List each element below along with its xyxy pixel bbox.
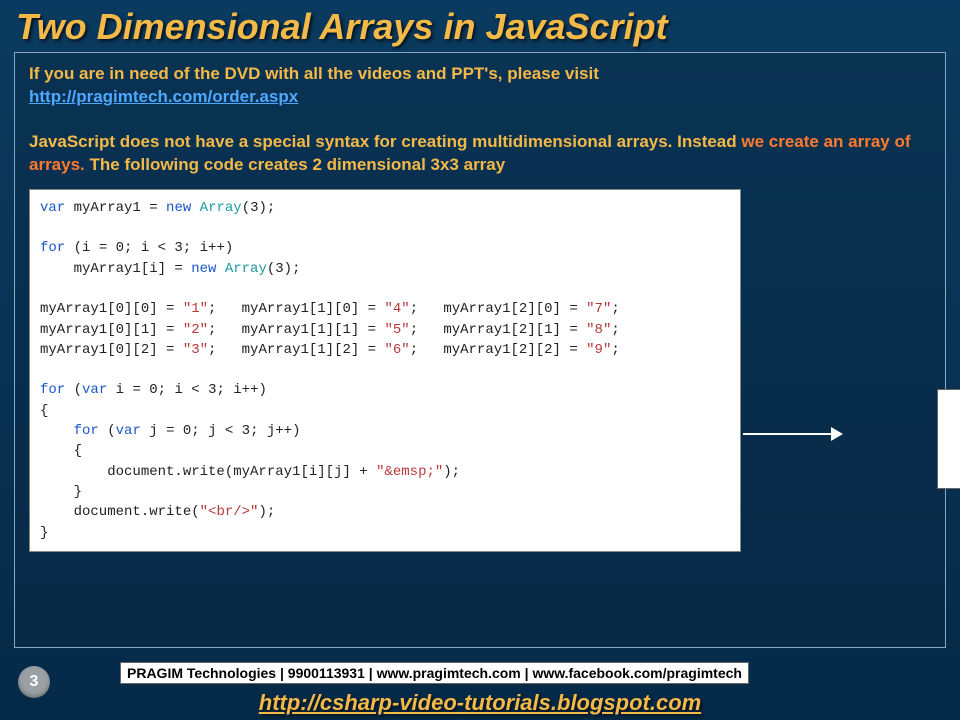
code-text: myArray1[1][1] = (242, 322, 385, 338)
table-row: 789 (952, 454, 960, 480)
table-row: 456 (952, 426, 960, 452)
kw: new (191, 261, 216, 277)
code-text: document.write( (40, 504, 200, 520)
fn: Array (216, 261, 266, 277)
str: "2" (183, 322, 208, 338)
code-text: myArray1[i] = (40, 261, 191, 277)
str: "9" (586, 342, 611, 358)
code-text: ( (65, 382, 82, 398)
order-link[interactable]: http://pragimtech.com/order.aspx (29, 87, 298, 106)
table-row: 123 (952, 398, 960, 424)
desc-part2: The following code creates 2 dimensional… (85, 155, 505, 174)
arrow-icon (743, 433, 841, 435)
str: "4" (384, 301, 409, 317)
code-text: ( (99, 423, 116, 439)
kw: new (166, 200, 191, 216)
fn: Array (191, 200, 241, 216)
kw: var (116, 423, 141, 439)
intro-block: If you are in need of the DVD with all t… (29, 63, 931, 109)
str: "7" (586, 301, 611, 317)
kw: var (82, 382, 107, 398)
code-text: myArray1[0][0] = (40, 301, 183, 317)
code-text: myArray1[0][1] = (40, 322, 183, 338)
str: "1" (183, 301, 208, 317)
code-text: ); (443, 464, 460, 480)
str: "&emsp;" (376, 464, 443, 480)
kw: for (40, 240, 65, 256)
code-text: myArray1[2][1] = (443, 322, 586, 338)
content-frame: If you are in need of the DVD with all t… (14, 52, 946, 648)
description-block: JavaScript does not have a special synta… (29, 131, 931, 177)
cell: 7 (952, 454, 960, 480)
cell: 1 (952, 398, 960, 424)
code-text: myArray1 = (65, 200, 166, 216)
str: "6" (384, 342, 409, 358)
code-text: (3); (242, 200, 276, 216)
code-block: var myArray1 = new Array(3); for (i = 0;… (29, 189, 741, 552)
desc-part1: JavaScript does not have a special synta… (29, 132, 741, 151)
code-text: myArray1[2][0] = (443, 301, 586, 317)
slide-title: Two Dimensional Arrays in JavaScript (0, 0, 960, 52)
kw: var (40, 200, 65, 216)
code-text: j = 0; j < 3; j++) (141, 423, 301, 439)
result-matrix: 123 456 789 (937, 389, 960, 489)
str: "8" (586, 322, 611, 338)
str: "3" (183, 342, 208, 358)
cell: 4 (952, 426, 960, 452)
code-text: i = 0; i < 3; i++) (107, 382, 267, 398)
code-text: myArray1[1][2] = (242, 342, 385, 358)
kw: for (74, 423, 99, 439)
footer-link-wrap: http://csharp-video-tutorials.blogspot.c… (0, 690, 960, 716)
code-text: myArray1[0][2] = (40, 342, 183, 358)
code-text: myArray1[1][0] = (242, 301, 385, 317)
footer: 3 PRAGIM Technologies | 9900113931 | www… (0, 660, 960, 720)
blog-link[interactable]: http://csharp-video-tutorials.blogspot.c… (259, 690, 701, 715)
code-text: (3); (267, 261, 301, 277)
str: "5" (384, 322, 409, 338)
code-text: (i = 0; i < 3; i++) (65, 240, 233, 256)
footer-info: PRAGIM Technologies | 9900113931 | www.p… (120, 662, 749, 684)
kw: for (40, 382, 65, 398)
code-text: document.write(myArray1[i][j] + (40, 464, 376, 480)
str: "<br/>" (200, 504, 259, 520)
intro-line1: If you are in need of the DVD with all t… (29, 64, 599, 83)
code-text: ); (258, 504, 275, 520)
code-text: myArray1[2][2] = (443, 342, 586, 358)
matrix-table: 123 456 789 (950, 396, 960, 482)
